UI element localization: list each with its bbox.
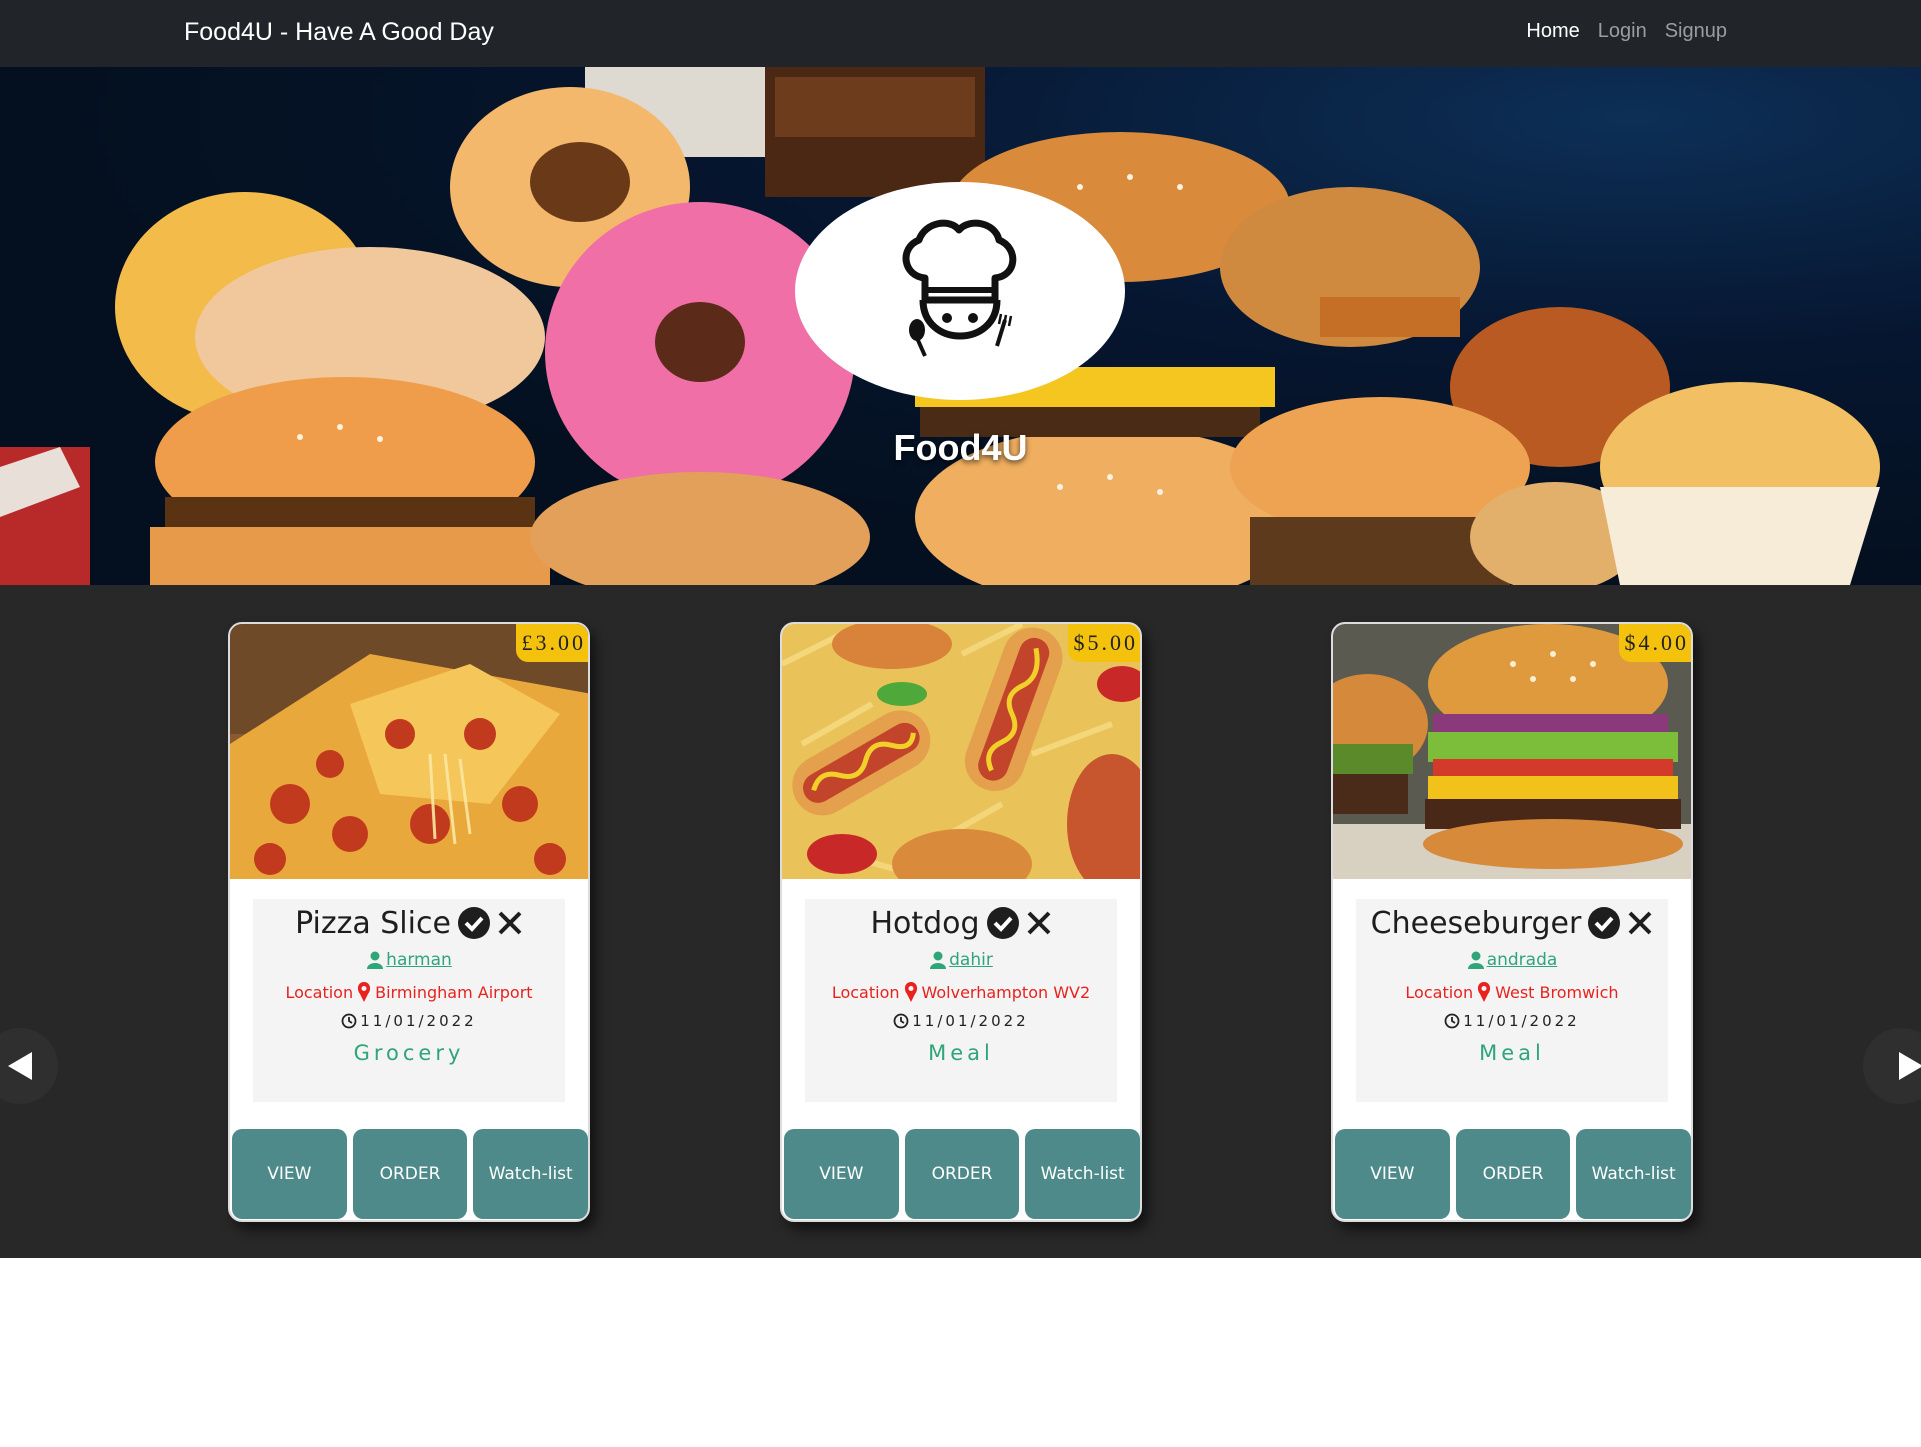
navbar: Food4U - Have A Good Day Home Login Sign…	[0, 0, 1921, 67]
product-title: Pizza Slice	[295, 905, 451, 941]
location-value: Wolverhampton WV2	[921, 982, 1091, 1002]
hero-logo	[795, 182, 1125, 400]
location-label: Location	[1405, 982, 1474, 1002]
product-card: £3.00 Pizza Slice harman Location Birmin…	[228, 622, 590, 1222]
price-badge: £3.00	[515, 624, 588, 662]
map-pin-icon	[358, 982, 371, 1002]
clock-icon	[1444, 1013, 1460, 1029]
carousel-next-button[interactable]	[1863, 1028, 1921, 1104]
user-icon	[930, 951, 947, 969]
price-badge: $5.00	[1067, 624, 1140, 662]
clock-icon	[341, 1013, 357, 1029]
watchlist-button[interactable]: Watch-list	[1025, 1129, 1140, 1219]
product-image[interactable]: $4.00	[1333, 624, 1691, 879]
order-button[interactable]: ORDER	[352, 1129, 468, 1219]
card-actions: VIEW ORDER Watch-list	[784, 1129, 1140, 1219]
view-button[interactable]: VIEW	[784, 1129, 899, 1219]
product-image[interactable]: £3.00	[230, 624, 588, 879]
user-icon	[1467, 951, 1484, 969]
arrow-right-icon	[1899, 1052, 1921, 1080]
map-pin-icon	[1478, 982, 1491, 1002]
card-actions: VIEW ORDER Watch-list	[232, 1129, 588, 1219]
carousel-prev-button[interactable]	[0, 1028, 58, 1104]
check-circle-icon[interactable]	[986, 906, 1020, 940]
hero-title: Food4U	[893, 427, 1028, 468]
watchlist-button[interactable]: Watch-list	[473, 1129, 588, 1219]
product-carousel: £3.00 Pizza Slice harman Location Birmin…	[0, 585, 1921, 1258]
product-image[interactable]: $5.00	[782, 624, 1140, 879]
nav-signup-link[interactable]: Signup	[1665, 20, 1727, 43]
brand-title[interactable]: Food4U - Have A Good Day	[184, 18, 494, 47]
order-button[interactable]: ORDER	[1455, 1129, 1571, 1219]
product-info: Pizza Slice harman Location Birmingham A…	[253, 899, 565, 1102]
nav-login-link[interactable]: Login	[1598, 20, 1647, 43]
seller-link[interactable]: harman	[386, 950, 452, 970]
user-icon	[367, 951, 384, 969]
category-label: Meal	[1479, 1041, 1545, 1065]
chef-icon	[902, 219, 1017, 357]
product-info: Cheeseburger andrada Location West Bromw…	[1356, 899, 1668, 1102]
nav-home-link[interactable]: Home	[1526, 20, 1579, 43]
product-card: $5.00 Hotdog dahir Location Wolverhampto…	[780, 622, 1142, 1222]
map-pin-icon	[904, 982, 917, 1002]
post-date: 11/01/2022	[1463, 1012, 1580, 1030]
hero-banner: Food4U	[0, 67, 1921, 585]
arrow-left-icon	[8, 1052, 32, 1080]
clock-icon	[893, 1013, 909, 1029]
check-circle-icon[interactable]	[1587, 906, 1621, 940]
price-badge: $4.00	[1618, 624, 1691, 662]
product-title: Cheeseburger	[1370, 905, 1582, 941]
order-button[interactable]: ORDER	[904, 1129, 1020, 1219]
check-circle-icon[interactable]	[457, 906, 491, 940]
location-value: Birmingham Airport	[375, 982, 533, 1002]
seller-link[interactable]: dahir	[949, 950, 993, 970]
close-icon[interactable]	[1627, 910, 1653, 936]
product-info: Hotdog dahir Location Wolverhampton WV2 …	[805, 899, 1117, 1102]
view-button[interactable]: VIEW	[1335, 1129, 1450, 1219]
location-value: West Bromwich	[1495, 982, 1619, 1002]
post-date: 11/01/2022	[912, 1012, 1029, 1030]
location-label: Location	[285, 982, 354, 1002]
category-label: Meal	[928, 1041, 994, 1065]
view-button[interactable]: VIEW	[232, 1129, 347, 1219]
product-card: $4.00 Cheeseburger andrada Location West…	[1331, 622, 1693, 1222]
watchlist-button[interactable]: Watch-list	[1576, 1129, 1691, 1219]
product-title: Hotdog	[870, 905, 980, 941]
card-actions: VIEW ORDER Watch-list	[1335, 1129, 1691, 1219]
post-date: 11/01/2022	[360, 1012, 477, 1030]
category-label: Grocery	[353, 1041, 465, 1065]
location-label: Location	[831, 982, 900, 1002]
close-icon[interactable]	[1026, 910, 1052, 936]
nav-links: Home Login Signup	[1526, 20, 1727, 43]
close-icon[interactable]	[497, 910, 523, 936]
seller-link[interactable]: andrada	[1487, 950, 1558, 970]
